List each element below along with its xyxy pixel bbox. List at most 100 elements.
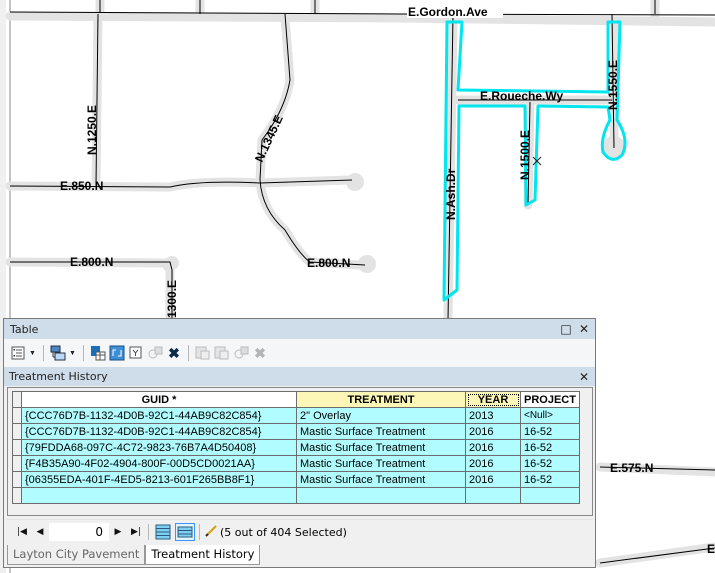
cell-treatment[interactable] <box>296 487 466 504</box>
table-window: Table □ ✕ ▼ ▼ ✖ ✖ Treatment History ✕ GU… <box>3 318 596 568</box>
cell-project[interactable]: 16-52 <box>520 439 580 456</box>
select-by-attributes-icon[interactable] <box>90 345 106 361</box>
row-selector[interactable] <box>12 471 22 488</box>
road-label-e800-east: E.800.N <box>307 256 350 270</box>
first-record-icon[interactable]: |◀ <box>13 527 31 537</box>
list-icon <box>155 524 171 540</box>
toolbar-separator <box>199 524 200 540</box>
cell-year[interactable]: 2013 <box>465 407 521 424</box>
table-row[interactable]: {CCC76D7B-1132-4D0B-92C1-44AB9C82C854} 2… <box>12 407 580 424</box>
cell-guid[interactable]: {CCC76D7B-1132-4D0B-92C1-44AB9C82C854} <box>21 423 297 440</box>
cell-year[interactable] <box>465 487 521 504</box>
cul-de-sac <box>346 173 364 191</box>
cell-guid[interactable]: {CCC76D7B-1132-4D0B-92C1-44AB9C82C854} <box>21 407 297 424</box>
copy-selected-icon <box>195 345 211 361</box>
cell-year[interactable]: 2016 <box>465 423 521 440</box>
maximize-button[interactable]: □ <box>559 322 573 336</box>
selection-status: (5 out of 404 Selected) <box>220 525 347 539</box>
road-label-n1550: N.1550.E <box>606 60 620 110</box>
cell-project[interactable]: 16-52 <box>520 471 580 488</box>
subtable-close-button[interactable]: ✕ <box>577 370 591 384</box>
record-number-input[interactable]: 0 <box>49 523 109 541</box>
road-label-gordon: E.Gordon.Ave <box>408 5 488 19</box>
cell-year[interactable]: 2016 <box>465 471 521 488</box>
chevron-down-icon[interactable]: ▼ <box>69 350 77 357</box>
previous-record-icon[interactable]: ◀ <box>31 527 49 537</box>
cell-project[interactable] <box>520 487 580 504</box>
toolbar-separator <box>148 524 149 540</box>
table-row-new[interactable] <box>12 487 580 504</box>
cell-year[interactable]: 2016 <box>465 455 521 472</box>
row-selector[interactable] <box>12 487 22 504</box>
cell-project[interactable]: 16-52 <box>520 455 580 472</box>
header-row: GUID * TREATMENT YEAR PROJECT <box>12 391 580 408</box>
attribute-table: GUID * TREATMENT YEAR PROJECT {CCC76D7B-… <box>12 391 580 504</box>
row-selector[interactable] <box>12 423 22 440</box>
road-label-partial: E <box>707 542 715 556</box>
cell-project[interactable]: <Null> <box>520 407 580 424</box>
chevron-down-icon[interactable]: ▼ <box>29 350 37 357</box>
cell-project[interactable]: 16-52 <box>520 423 580 440</box>
row-selector[interactable] <box>12 439 22 456</box>
subtable-title: Treatment History <box>9 370 108 383</box>
road-label-e800-west: E.800.N <box>70 255 113 269</box>
cell-treatment[interactable]: Mastic Surface Treatment <box>296 455 466 472</box>
last-record-icon[interactable]: ▶| <box>127 527 145 537</box>
table-tabs: Layton City Pavement Treatment History <box>7 545 261 565</box>
delete-icon: ✖ <box>254 344 266 361</box>
attribute-grid: GUID * TREATMENT YEAR PROJECT {CCC76D7B-… <box>7 387 593 516</box>
road-label-n1500: N.1500.E <box>518 130 532 180</box>
cell-guid[interactable]: {F4B35A90-4F02-4904-800F-00D5CD0021AA} <box>21 455 297 472</box>
row-header-corner[interactable] <box>12 391 22 408</box>
selected-features[interactable] <box>442 20 627 302</box>
delete-selected-icon[interactable]: ✖ <box>166 345 182 361</box>
cul-de-sac <box>358 255 376 273</box>
zoom-icon <box>233 345 249 361</box>
road-label-n1345: N.1345.E <box>252 113 286 164</box>
pencil-icon <box>205 524 217 540</box>
column-header-treatment[interactable]: TREATMENT <box>296 391 466 408</box>
row-selector[interactable] <box>12 455 22 472</box>
switch-selection-icon[interactable] <box>109 345 125 361</box>
table-toolbar: ▼ ▼ ✖ ✖ <box>4 339 595 367</box>
row-selector[interactable] <box>12 407 22 424</box>
cell-treatment[interactable]: Mastic Surface Treatment <box>296 471 466 488</box>
column-header-project[interactable]: PROJECT <box>520 391 580 408</box>
table-window-title: Table <box>10 322 39 336</box>
cell-guid[interactable]: {06355EDA-401F-4ED5-8213-601F265BB8F1} <box>21 471 297 488</box>
table-row[interactable]: {F4B35A90-4F02-4904-800F-00D5CD0021AA} M… <box>12 455 580 472</box>
zoom-to-selected-icon <box>147 345 163 361</box>
table-options-icon[interactable] <box>10 345 26 361</box>
cell-year[interactable]: 2016 <box>465 439 521 456</box>
cell-guid[interactable]: {79FDDA68-097C-4C72-9823-76B7A4D50408} <box>21 439 297 456</box>
record-navigation-bar: |◀ ◀ 0 ▶ ▶| (5 out of 404 Selected) <box>7 519 593 544</box>
related-tables-icon[interactable] <box>50 345 66 361</box>
subtable-titlebar: Treatment History ✕ <box>4 367 595 386</box>
tab-layton-city-pavement[interactable]: Layton City Pavement <box>7 545 146 565</box>
column-header-guid[interactable]: GUID * <box>21 391 297 408</box>
paste-icon <box>214 345 230 361</box>
road-label-roueche: E.Roueche.Wy <box>480 89 563 103</box>
road-label-e850: E.850.N <box>60 179 103 193</box>
cell-treatment[interactable]: Mastic Surface Treatment <box>296 439 466 456</box>
clear-selection-icon[interactable] <box>128 345 144 361</box>
close-button[interactable]: ✕ <box>577 322 591 336</box>
table-row[interactable]: {06355EDA-401F-4ED5-8213-601F265BB8F1} M… <box>12 471 580 488</box>
road-label-n1250: N.1250.E <box>85 105 99 155</box>
next-record-icon[interactable]: ▶ <box>109 527 127 537</box>
list-icon <box>177 526 193 538</box>
show-selected-records-button[interactable] <box>175 523 195 541</box>
cell-treatment[interactable]: 2" Overlay <box>296 407 466 424</box>
cell-treatment[interactable]: Mastic Surface Treatment <box>296 423 466 440</box>
road-label-n1300: 1300.E <box>165 280 179 318</box>
column-header-year[interactable]: YEAR <box>465 391 521 408</box>
cul-de-sac <box>165 256 179 270</box>
table-row[interactable]: {79FDDA68-097C-4C72-9823-76B7A4D50408} M… <box>12 439 580 456</box>
toolbar-separator <box>83 345 84 361</box>
show-all-records-button[interactable] <box>153 523 173 541</box>
table-titlebar[interactable]: Table □ ✕ <box>4 319 595 339</box>
table-row[interactable]: {CCC76D7B-1132-4D0B-92C1-44AB9C82C854} M… <box>12 423 580 440</box>
cell-guid[interactable] <box>21 487 297 504</box>
tab-treatment-history[interactable]: Treatment History <box>145 545 261 565</box>
road-label-ash: N.Ash.Dr <box>444 168 458 220</box>
